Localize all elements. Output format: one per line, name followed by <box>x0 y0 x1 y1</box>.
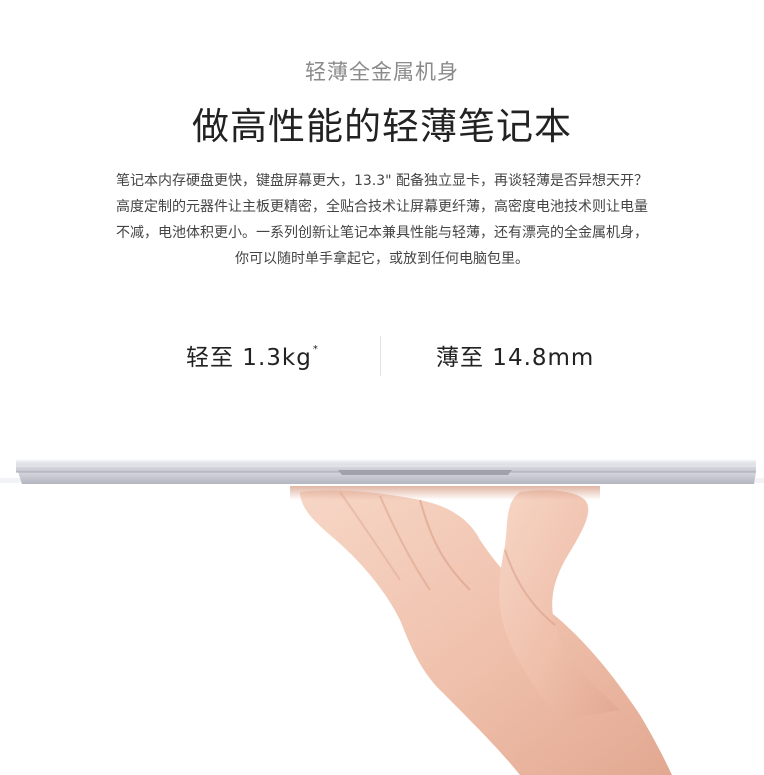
weight-footnote-mark: * <box>312 344 319 356</box>
hand-illustration <box>290 486 672 775</box>
thickness-spec-label: 薄至 14.8mm <box>436 345 595 371</box>
weight-spec-label: 轻至 1.3kg <box>186 345 312 371</box>
spec-divider <box>380 336 381 376</box>
section-subtitle: 轻薄全金属机身 <box>305 60 459 84</box>
thickness-spec: 薄至 14.8mm <box>436 338 594 372</box>
description-line: 高度定制的元器件让主板更精密，全贴合技术让屏幕更纤薄，高密度电池技术则让电量 <box>116 199 648 215</box>
description-line: 笔记本内存硬盘更快，键盘屏幕更大，13.3" 配备独立显卡，再谈轻薄是否异想天开… <box>115 173 649 189</box>
section-title: 做高性能的轻薄笔记本 <box>192 105 572 148</box>
laptop-on-hand-image <box>0 459 764 775</box>
description-line: 不减，电池体积更小。一系列创新让笔记本兼具性能与轻薄，还有漂亮的全金属机身， <box>116 225 648 241</box>
laptop-illustration <box>0 459 764 484</box>
weight-spec: 轻至 1.3kg* <box>186 338 319 372</box>
description-line: 你可以随时单手拿起它，或放到任何电脑包里。 <box>235 251 529 267</box>
description-paragraph: 笔记本内存硬盘更快，键盘屏幕更大，13.3" 配备独立显卡，再谈轻薄是否异想天开… <box>70 168 694 272</box>
